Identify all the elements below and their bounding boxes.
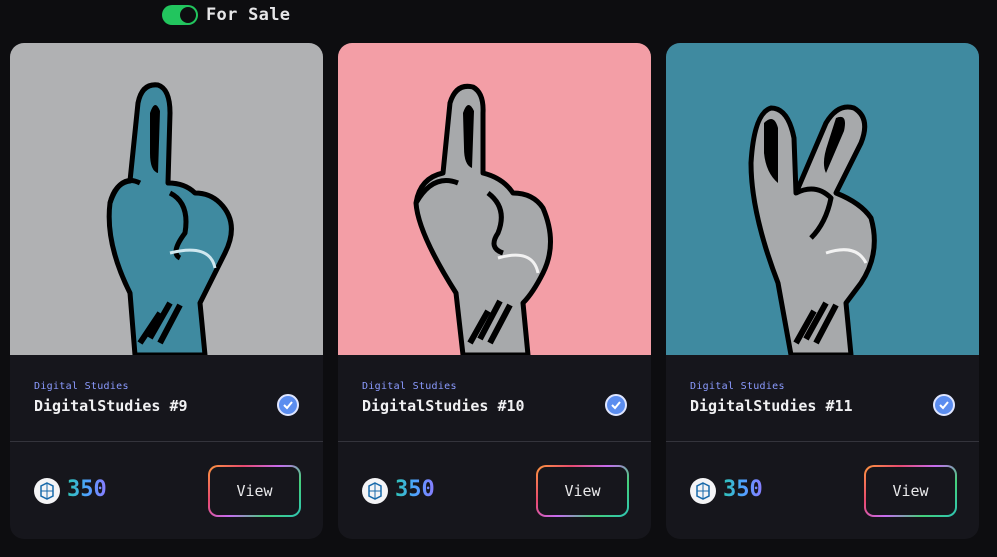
view-button[interactable]: View: [864, 465, 957, 517]
fantom-coin-icon: [690, 478, 716, 504]
nft-card[interactable]: Digital Studies DigitalStudies #11 350 V…: [666, 43, 979, 539]
nft-artwork: [10, 43, 323, 355]
nft-name: DigitalStudies #9: [34, 397, 188, 415]
nft-price: 350: [395, 477, 435, 502]
verified-check-icon: [605, 394, 627, 416]
view-button[interactable]: View: [208, 465, 301, 517]
for-sale-toggle[interactable]: [162, 5, 198, 25]
for-sale-label: For Sale: [206, 5, 291, 25]
toggle-knob: [180, 7, 196, 23]
for-sale-filter[interactable]: For Sale: [162, 2, 290, 28]
collection-name: Digital Studies: [690, 381, 785, 392]
nft-artwork: [666, 43, 979, 355]
collection-name: Digital Studies: [34, 381, 129, 392]
view-button[interactable]: View: [536, 465, 629, 517]
nft-card[interactable]: Digital Studies DigitalStudies #9 350 Vi…: [10, 43, 323, 539]
collection-name: Digital Studies: [362, 381, 457, 392]
nft-card-grid: Digital Studies DigitalStudies #9 350 Vi…: [10, 43, 979, 539]
nft-name: DigitalStudies #10: [362, 397, 525, 415]
nft-card[interactable]: Digital Studies DigitalStudies #10 350 V…: [338, 43, 651, 539]
fantom-coin-icon: [362, 478, 388, 504]
nft-name: DigitalStudies #11: [690, 397, 853, 415]
verified-check-icon: [933, 394, 955, 416]
nft-artwork: [338, 43, 651, 355]
verified-check-icon: [277, 394, 299, 416]
nft-price: 350: [67, 477, 107, 502]
nft-price: 350: [723, 477, 763, 502]
fantom-coin-icon: [34, 478, 60, 504]
